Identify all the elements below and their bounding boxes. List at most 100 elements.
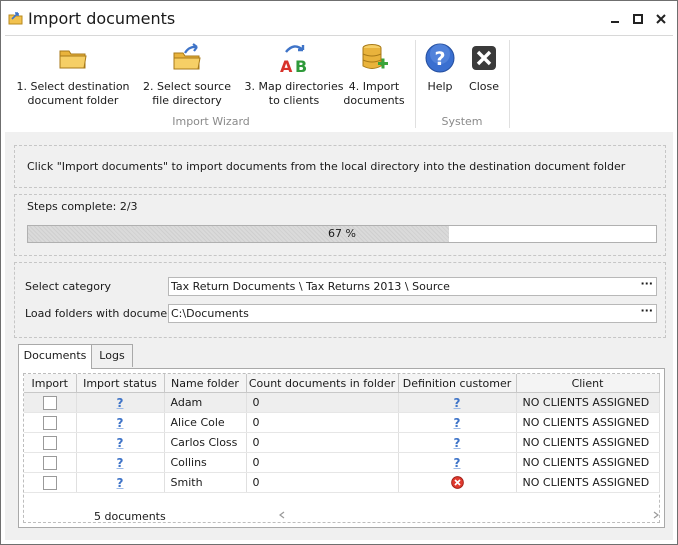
import-checkbox[interactable] [42,415,57,430]
column-header-import-status[interactable]: Import status [76,374,165,393]
status-question-icon: ? [116,475,124,490]
help-button[interactable]: ? Help [421,42,459,94]
svg-text:?: ? [434,48,445,70]
steps-complete-label: Steps complete: 2/3 [27,200,138,213]
progress-text: 67 % [328,227,356,240]
close-icon [472,46,496,70]
documents-table: Import Import status Name folder Count d… [24,374,660,493]
category-value: Tax Return Documents \ Tax Returns 2013 … [171,280,450,293]
definition-question-icon: ? [453,415,461,430]
map-directories-line1: 3. Map directories [244,80,344,93]
import-documents-line1: 4. Import [348,80,400,93]
client-cell[interactable]: NO CLIENTS ASSIGNED [516,412,660,433]
close-window-icon[interactable] [654,12,668,26]
minimize-icon[interactable] [608,12,622,26]
client-cell[interactable]: NO CLIENTS ASSIGNED [516,432,660,453]
import-checkbox[interactable] [42,475,57,490]
column-header-name-folder[interactable]: Name folder [164,374,247,393]
folder-name-cell: Collins [164,452,247,473]
column-header-definition-customer[interactable]: Definition customer [398,374,517,393]
main-content: Click "Import documents" to import docum… [5,132,673,540]
count-cell: 0 [246,412,399,433]
category-label: Select category [25,280,112,293]
table-row[interactable]: ? Carlos Closs 0 ? NO CLIENTS ASSIGNED [24,432,660,453]
window-title: Import documents [28,9,176,28]
close-button[interactable]: Close [465,42,503,94]
import-checkbox[interactable] [42,435,57,450]
import-wizard-group-label: Import Wizard [172,115,250,128]
documents-grid-panel: Import Import status Name folder Count d… [18,368,665,528]
count-cell: 0 [246,432,399,453]
info-panel: Click "Import documents" to import docum… [14,145,666,188]
error-icon [450,476,464,490]
client-cell[interactable]: NO CLIENTS ASSIGNED [516,472,660,493]
table-header-row: Import Import status Name folder Count d… [24,374,660,393]
import-folder-icon [8,12,23,25]
column-header-import[interactable]: Import [24,374,77,393]
category-field[interactable]: Tax Return Documents \ Tax Returns 2013 … [168,277,657,296]
table-row[interactable]: ? Adam 0 ? NO CLIENTS ASSIGNED [24,392,660,413]
folders-browse-button[interactable]: ··· [640,304,653,317]
folder-name-cell: Carlos Closs [164,432,247,453]
ribbon-separator [415,40,416,128]
definition-question-icon: ? [453,395,461,410]
folder-name-cell: Adam [164,392,247,413]
steps-panel: Steps complete: 2/3 67 % [14,194,666,256]
client-cell[interactable]: NO CLIENTS ASSIGNED [516,392,660,413]
ribbon-separator [509,40,510,128]
import-documents-line2: documents [343,94,405,107]
help-label: Help [427,80,453,93]
folders-value: C:\Documents [171,307,249,320]
help-icon: ? [425,43,455,73]
svg-text:B: B [295,57,307,74]
fields-panel: Select category Tax Return Documents \ T… [14,262,666,338]
map-ab-icon: A B [280,45,307,74]
select-source-button[interactable]: 2. Select source file directory [131,42,243,108]
map-directories-line2: to clients [268,94,320,107]
close-label: Close [469,80,499,93]
tab-logs[interactable]: Logs [91,344,133,367]
ribbon-toolbar: 1. Select destination document folder 2.… [5,35,673,133]
tab-documents[interactable]: Documents [18,344,92,369]
title-bar: Import documents [1,1,677,35]
select-destination-line2: document folder [27,94,119,107]
folder-name-cell: Smith [164,472,247,493]
folders-field[interactable]: C:\Documents ··· [168,304,657,323]
client-cell[interactable]: NO CLIENTS ASSIGNED [516,452,660,473]
import-documents-button[interactable]: 4. Import documents [339,42,409,108]
select-destination-line1: 1. Select destination [16,80,130,93]
status-question-icon: ? [116,455,124,470]
progress-bar: 67 % [27,225,657,243]
folder-name-cell: Alice Cole [164,412,247,433]
count-cell: 0 [246,392,399,413]
table-row[interactable]: ? Smith 0 NO CLIENTS ASSIGNED [24,472,660,493]
maximize-icon[interactable] [631,12,645,26]
table-row[interactable]: ? Collins 0 ? NO CLIENTS ASSIGNED [24,452,660,473]
system-group-label: System [441,115,483,128]
count-cell: 0 [246,472,399,493]
database-add-icon [362,44,388,69]
info-text: Click "Import documents" to import docum… [27,160,626,173]
folder-icon [59,50,87,69]
category-browse-button[interactable]: ··· [640,277,653,290]
folders-label: Load folders with documents [25,307,185,320]
column-header-client[interactable]: Client [516,374,660,393]
column-header-count-documents[interactable]: Count documents in folder [246,374,399,393]
import-documents-window: Import documents 1. Select destination d… [0,0,678,545]
horizontal-scrollbar[interactable] [279,511,659,519]
status-question-icon: ? [116,435,124,450]
select-source-line2: file directory [152,94,222,107]
table-row[interactable]: ? Alice Cole 0 ? NO CLIENTS ASSIGNED [24,412,660,433]
import-checkbox[interactable] [42,395,57,410]
definition-question-icon: ? [453,455,461,470]
documents-count: 5 documents [94,510,166,523]
select-destination-button[interactable]: 1. Select destination document folder [11,42,135,108]
definition-question-icon: ? [453,435,461,450]
svg-text:A: A [280,57,293,74]
documents-grid: Import Import status Name folder Count d… [23,373,660,523]
folder-arrow-icon [173,43,201,70]
select-source-line1: 2. Select source [143,80,231,93]
count-cell: 0 [246,452,399,473]
status-question-icon: ? [116,415,124,430]
import-checkbox[interactable] [42,455,57,470]
